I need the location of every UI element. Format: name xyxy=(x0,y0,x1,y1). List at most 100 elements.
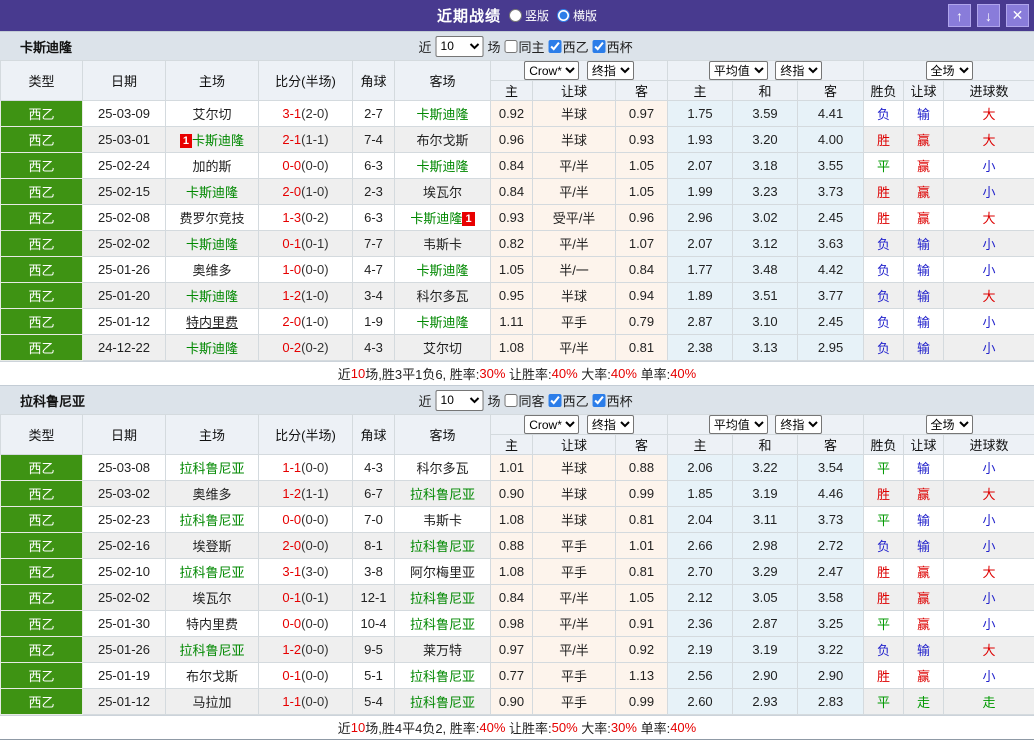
same-venue-checkbox[interactable] xyxy=(505,394,518,407)
euro-source-select[interactable]: 平均值 xyxy=(709,61,768,80)
team-name-text: 费罗尔竞技 xyxy=(179,211,244,226)
horizontal-layout-radio[interactable] xyxy=(557,9,570,22)
handicap-away-odds-cell: 0.91 xyxy=(616,611,668,637)
handicap-line-cell: 半球 xyxy=(533,455,616,481)
same-venue-filter[interactable]: 同客 xyxy=(505,391,545,410)
league-type-cell: 西乙 xyxy=(1,101,83,127)
result-goals-cell: 小 xyxy=(944,257,1034,283)
euro-away-odds-cell: 2.90 xyxy=(798,663,864,689)
same-venue-filter[interactable]: 同主 xyxy=(505,37,545,56)
move-down-button[interactable]: ↓ xyxy=(977,4,1000,27)
euro-home-odds-cell: 2.96 xyxy=(668,205,733,231)
bookmaker-select[interactable]: Crow* xyxy=(524,415,579,434)
same-venue-checkbox[interactable] xyxy=(505,40,518,53)
cup-checkbox[interactable] xyxy=(593,40,606,53)
handicap-home-odds-cell: 0.90 xyxy=(491,689,533,715)
home-team-cell: 艾尔切 xyxy=(166,101,259,127)
match-date-cell: 25-03-02 xyxy=(83,481,166,507)
away-team-cell: 卡斯迪隆 xyxy=(395,153,491,179)
euro-odds-stage-select[interactable]: 终指 xyxy=(775,415,822,434)
euro-away-odds-cell: 2.45 xyxy=(798,309,864,335)
col-header: 角球 xyxy=(353,415,395,455)
handicap-home-odds-cell: 1.05 xyxy=(491,257,533,283)
euro-draw-odds-cell: 3.29 xyxy=(733,559,798,585)
match-row: 西乙25-01-30特内里费0-0(0-0)10-4拉科鲁尼亚0.98平/半0.… xyxy=(1,611,1034,637)
result-handicap-cell: 赢 xyxy=(904,153,944,179)
recent-count-select[interactable]: 10 xyxy=(436,390,484,411)
horizontal-layout-label: 横版 xyxy=(573,7,597,24)
away-team-cell: 拉科鲁尼亚 xyxy=(395,611,491,637)
summary-stat-value: 40% xyxy=(670,366,696,381)
league-label: 西乙 xyxy=(563,37,589,56)
handicap-home-odds-cell: 0.90 xyxy=(491,481,533,507)
record-summary: 近10场,胜3平1负6, 胜率:30% 让胜率:40% 大率:40% 单率:40… xyxy=(0,361,1034,385)
league-label: 西乙 xyxy=(563,391,589,410)
result-scope-select[interactable]: 全场 xyxy=(926,61,973,80)
handicap-away-odds-cell: 0.84 xyxy=(616,257,668,283)
cup-filter[interactable]: 西杯 xyxy=(593,37,633,56)
halftime-score: (0-0) xyxy=(301,616,328,631)
layout-radio-vertical[interactable]: 竖版 xyxy=(509,7,549,24)
close-button[interactable]: ✕ xyxy=(1006,4,1029,27)
handicap-line-cell: 平手 xyxy=(533,689,616,715)
team-name-text: 拉科鲁尼亚 xyxy=(179,513,244,528)
euro-source-select[interactable]: 平均值 xyxy=(709,415,768,434)
euro-home-odds-cell: 2.19 xyxy=(668,637,733,663)
fulltime-score: 2-0 xyxy=(282,538,301,553)
bookmaker-select[interactable]: Crow* xyxy=(524,61,579,80)
team-name-text: 奥维多 xyxy=(192,487,231,502)
score-cell: 1-2(0-0) xyxy=(259,637,353,663)
away-team-cell: 拉科鲁尼亚 xyxy=(395,533,491,559)
league-filter[interactable]: 西乙 xyxy=(549,37,589,56)
league-type-cell: 西乙 xyxy=(1,585,83,611)
recent-count-select[interactable]: 10 xyxy=(436,36,484,57)
panel-title: 近期战绩 xyxy=(437,5,501,26)
vertical-layout-radio[interactable] xyxy=(509,9,522,22)
team-name-text: 卡斯迪隆 xyxy=(416,107,468,122)
cup-filter[interactable]: 西杯 xyxy=(593,391,633,410)
match-date-cell: 25-01-19 xyxy=(83,663,166,689)
result-handicap-cell: 输 xyxy=(904,455,944,481)
fulltime-score: 0-1 xyxy=(282,668,301,683)
league-checkbox[interactable] xyxy=(549,394,562,407)
record-summary: 近10场,胜4平4负2, 胜率:40% 让胜率:50% 大率:30% 单率:40… xyxy=(0,715,1034,739)
league-type-cell: 西乙 xyxy=(1,257,83,283)
result-flag: 赢 xyxy=(917,487,930,502)
league-filter[interactable]: 西乙 xyxy=(549,391,589,410)
match-date-cell: 25-02-24 xyxy=(83,153,166,179)
result-handicap-cell: 赢 xyxy=(904,559,944,585)
corner-cell: 2-3 xyxy=(353,179,395,205)
matches-label: 场 xyxy=(488,391,501,410)
team-name-text[interactable]: 特内里费 xyxy=(186,315,238,330)
result-flag: 平 xyxy=(877,617,890,632)
layout-radio-horizontal[interactable]: 横版 xyxy=(557,7,597,24)
team-name-text: 马拉加 xyxy=(192,695,231,710)
cup-checkbox[interactable] xyxy=(593,394,606,407)
result-goals-cell: 小 xyxy=(944,231,1034,257)
halftime-score: (1-1) xyxy=(301,486,328,501)
handicap-home-odds-cell: 0.84 xyxy=(491,585,533,611)
result-flag: 大 xyxy=(983,487,996,502)
euro-odds-group-header: 平均值 终指 xyxy=(668,415,864,435)
handicap-odds-stage-select[interactable]: 终指 xyxy=(587,61,634,80)
home-team-cell: 拉科鲁尼亚 xyxy=(166,559,259,585)
fulltime-score: 1-2 xyxy=(282,288,301,303)
match-row: 西乙25-02-08费罗尔竞技1-3(0-2)6-3卡斯迪隆10.93受平/半0… xyxy=(1,205,1034,231)
move-up-button[interactable]: ↑ xyxy=(948,4,971,27)
team-name-text: 卡斯迪隆 xyxy=(416,263,468,278)
score-cell: 2-1(1-1) xyxy=(259,127,353,153)
result-group-header: 全场 xyxy=(864,415,1034,435)
result-flag: 输 xyxy=(917,315,930,330)
euro-draw-odds-cell: 3.10 xyxy=(733,309,798,335)
handicap-odds-stage-select[interactable]: 终指 xyxy=(587,415,634,434)
team-name-text: 埃瓦尔 xyxy=(192,591,231,606)
same-venue-label: 同客 xyxy=(519,391,545,410)
team-name-text: 拉科鲁尼亚 xyxy=(410,591,475,606)
result-outcome-cell: 胜 xyxy=(864,179,904,205)
league-checkbox[interactable] xyxy=(549,40,562,53)
euro-away-odds-cell: 4.42 xyxy=(798,257,864,283)
recent-label: 近 xyxy=(419,391,432,410)
result-scope-select[interactable]: 全场 xyxy=(926,415,973,434)
euro-odds-stage-select[interactable]: 终指 xyxy=(775,61,822,80)
league-type-cell: 西乙 xyxy=(1,335,83,361)
